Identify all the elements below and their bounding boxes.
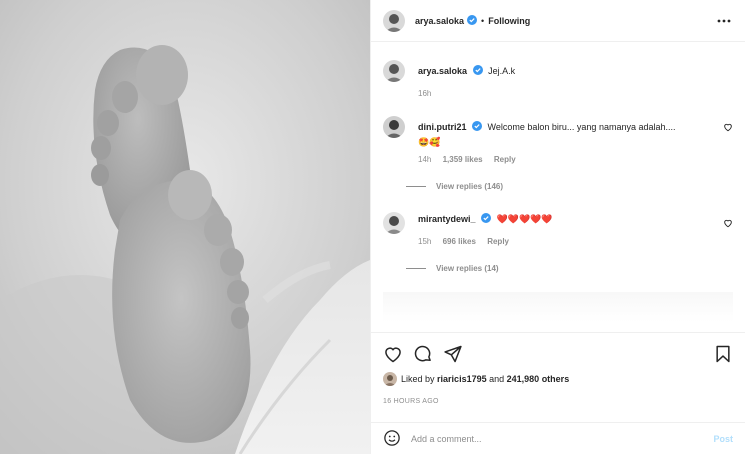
comment-likes[interactable]: 696 likes <box>443 237 476 246</box>
caption-avatar[interactable] <box>383 60 405 82</box>
caption: arya.saloka Jej.A.k 16h <box>383 60 733 110</box>
likes-summary: Liked by riaricis1795 and 241,980 others <box>383 372 733 386</box>
commenter-avatar[interactable] <box>383 116 405 138</box>
post-sidebar: arya.saloka • Following arya.saloka Jej.… <box>370 0 745 454</box>
commenter-username[interactable]: dini.putri21 <box>418 122 467 132</box>
comment-item: dini.putri21 Welcome balon biru... yang … <box>383 116 733 166</box>
emoji-smiley-icon[interactable] <box>383 429 401 449</box>
separator-dot: • <box>481 15 485 26</box>
verified-badge-icon <box>481 212 492 227</box>
reply-button[interactable]: Reply <box>487 237 509 246</box>
comment-likes[interactable]: 1,359 likes <box>443 155 483 164</box>
view-replies-label: View replies (14) <box>436 264 499 273</box>
like-comment-heart-icon[interactable] <box>723 218 733 228</box>
share-paper-plane-icon[interactable] <box>443 344 463 364</box>
replies-divider-line <box>406 268 426 269</box>
verified-badge-icon <box>472 64 483 79</box>
reply-button[interactable]: Reply <box>494 155 516 164</box>
post-photo[interactable] <box>0 0 370 454</box>
liked-by-prefix: Liked by <box>401 374 435 384</box>
like-heart-icon[interactable] <box>383 344 403 364</box>
caption-username[interactable]: arya.saloka <box>418 66 467 76</box>
view-replies-label: View replies (146) <box>436 182 503 191</box>
view-replies-button[interactable]: View replies (14) <box>406 264 499 273</box>
more-horizontal-icon[interactable] <box>717 13 731 23</box>
replies-divider-line <box>406 186 426 187</box>
comment-item: mirantydewi_ ❤️❤️❤️❤️❤️ 15h 696 likes Re… <box>383 212 733 262</box>
caption-time: 16h <box>418 88 432 98</box>
author-username[interactable]: arya.saloka <box>415 16 464 26</box>
view-replies-button[interactable]: View replies (146) <box>406 182 503 191</box>
comment-time: 14h <box>418 154 432 164</box>
add-comment-bar: Post <box>371 422 745 454</box>
liked-by-user[interactable]: riaricis1795 <box>437 374 487 384</box>
liked-by-others[interactable]: 241,980 others <box>507 374 570 384</box>
commenter-username[interactable]: mirantydewi_ <box>418 214 476 224</box>
following-button[interactable]: Following <box>488 16 530 26</box>
liker-avatar[interactable] <box>383 372 397 386</box>
comment-time: 15h <box>418 236 432 246</box>
post-header: arya.saloka • Following <box>371 0 745 42</box>
comment-input[interactable] <box>411 433 714 444</box>
comment-bubble-icon[interactable] <box>413 344 433 364</box>
action-bar <box>371 332 745 372</box>
commenter-avatar[interactable] <box>383 212 405 234</box>
post-comment-button[interactable]: Post <box>713 434 733 444</box>
caption-text: Jej.A.k <box>488 66 516 76</box>
loading-comments-placeholder <box>383 292 733 322</box>
save-bookmark-icon[interactable] <box>713 344 733 364</box>
baby-feet-photo <box>0 0 370 454</box>
verified-badge-icon <box>472 120 483 135</box>
comments-section: arya.saloka Jej.A.k 16h dini.putri21 Wel… <box>371 42 745 332</box>
liked-by-conj: and <box>489 374 505 384</box>
post-timestamp: 16 HOURS AGO <box>383 398 439 405</box>
comment-text: Welcome balon biru... yang namanya adala… <box>487 122 676 132</box>
verified-badge-icon <box>467 14 478 27</box>
author-avatar[interactable] <box>383 9 405 32</box>
comment-text: ❤️❤️❤️❤️❤️ <box>496 214 553 224</box>
comment-emoji: 🤩🥰 <box>418 136 441 147</box>
like-comment-heart-icon[interactable] <box>723 122 733 132</box>
